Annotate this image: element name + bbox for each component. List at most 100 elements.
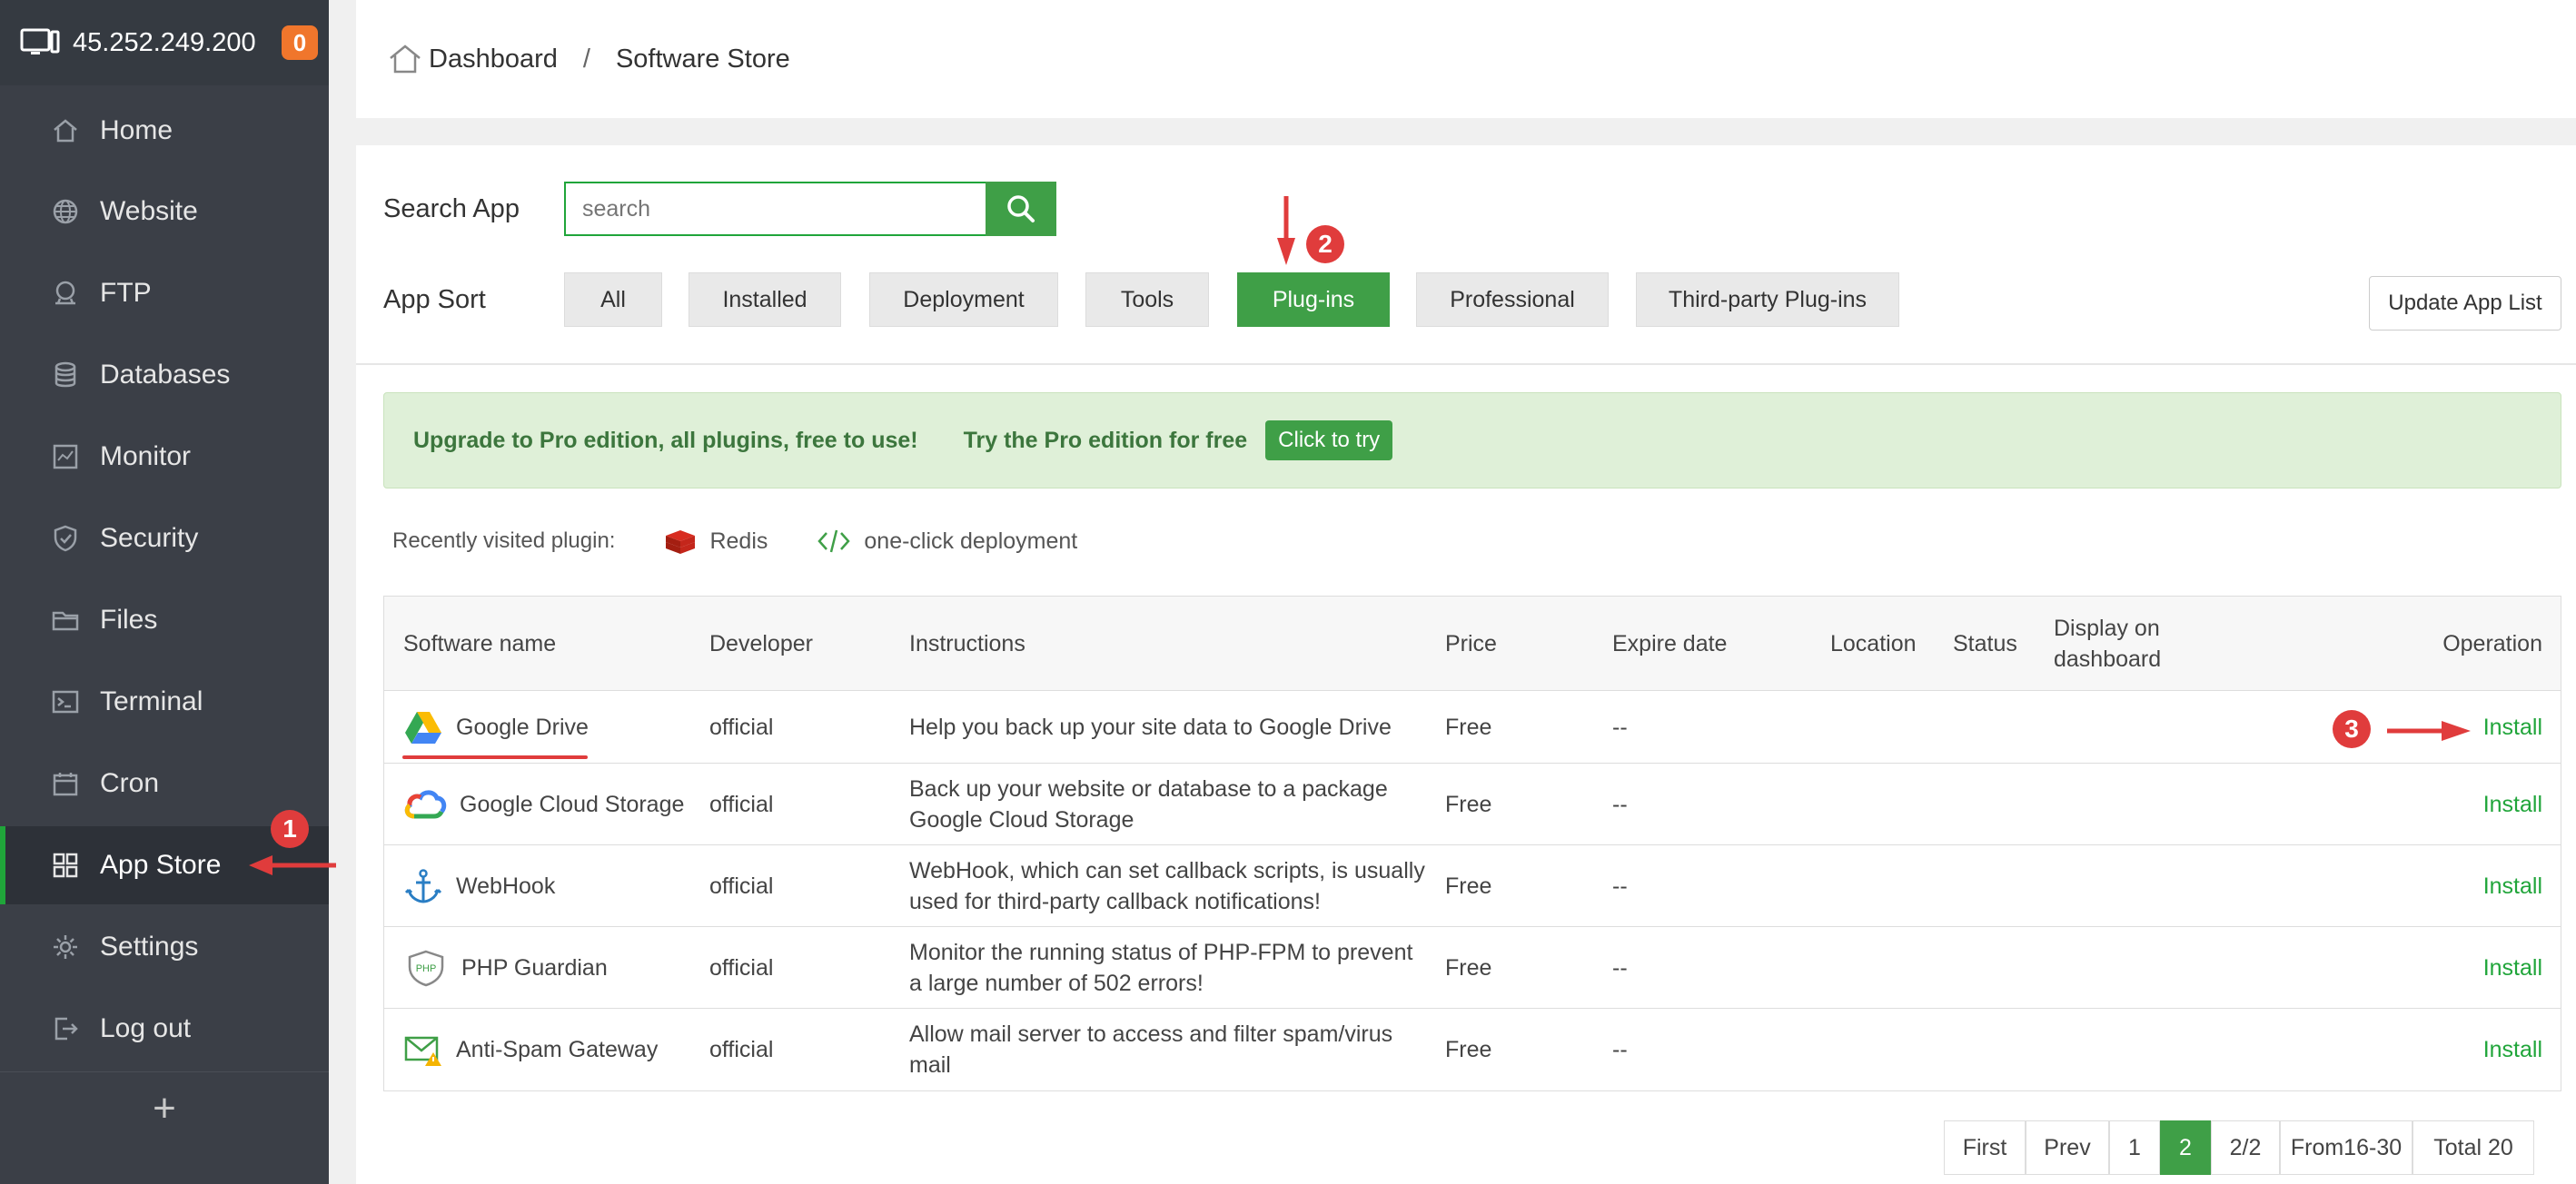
col-location: Location [1830, 631, 1917, 656]
software-name: Google Drive [456, 714, 589, 740]
pagination-prev[interactable]: Prev [2026, 1120, 2109, 1175]
database-icon [54, 361, 76, 388]
notification-badge[interactable]: 0 [282, 25, 318, 60]
sort-installed-button[interactable]: Installed [689, 272, 841, 327]
terminal-icon [52, 690, 79, 714]
search-button[interactable] [986, 182, 1056, 236]
sidebar-item-cron[interactable]: Cron [0, 745, 329, 823]
sidebar-item-label: Terminal [100, 686, 203, 716]
annotation-marker-3: 3 [2333, 710, 2371, 748]
gear-icon [54, 935, 77, 959]
sidebar-item-label: Website [100, 196, 198, 226]
anchor-icon [404, 868, 442, 903]
sidebar-item-label: Home [100, 115, 173, 145]
developer-cell: official [709, 1037, 774, 1062]
plugins-table: Software name Developer Instructions Pri… [383, 596, 2561, 1091]
annotation-underline [402, 755, 588, 759]
google-cloud-icon [404, 789, 447, 818]
folder-icon [52, 611, 79, 631]
instructions-cell: Monitor the running status of PHP-FPM to… [909, 927, 1412, 1008]
instructions-line2: mail [909, 1052, 951, 1078]
table-row: Anti-Spam Gateway official Allow mail se… [384, 1009, 2561, 1090]
pagination-page-1[interactable]: 1 [2109, 1120, 2160, 1175]
breadcrumb-dashboard[interactable]: Dashboard [429, 44, 558, 74]
add-button[interactable]: + [0, 1071, 329, 1144]
software-name-cell: Anti-Spam Gateway [403, 1009, 658, 1090]
sidebar: 45.252.249.200 0 Home Website FTP Databa… [0, 0, 329, 1184]
install-button[interactable]: Install [2483, 927, 2542, 1008]
search-label: Search App [383, 194, 520, 223]
table-row: PHP PHP Guardian official Monitor the ru… [384, 927, 2561, 1009]
click-to-try-button[interactable]: Click to try [1265, 420, 1393, 460]
software-name: WebHook [456, 873, 556, 899]
php-shield-icon: PHP [408, 950, 444, 986]
col-instructions: Instructions [909, 631, 1025, 656]
sidebar-item-files[interactable]: Files [0, 581, 329, 659]
recent-plugin-redis[interactable]: Redis [664, 527, 768, 556]
col-price: Price [1445, 631, 1497, 656]
recent-plugin-label: Redis [709, 528, 768, 554]
col-developer: Developer [709, 631, 813, 656]
instructions-line2: used for third-party callback notificati… [909, 888, 1321, 914]
software-name: Anti-Spam Gateway [456, 1037, 659, 1062]
server-header: 45.252.249.200 0 [0, 0, 329, 85]
pro-upgrade-banner: Upgrade to Pro edition, all plugins, fre… [383, 392, 2561, 488]
pagination-first[interactable]: First [1944, 1120, 2026, 1175]
sidebar-item-logout[interactable]: Log out [0, 990, 329, 1068]
breadcrumb: Dashboard / Software Store [356, 0, 2576, 118]
pagination-range: From16-30 [2280, 1120, 2413, 1175]
table-row: WebHook official WebHook, which can set … [384, 845, 2561, 927]
instructions-line1: Allow mail server to access and filter s… [909, 1021, 1393, 1047]
update-app-list-button[interactable]: Update App List [2369, 276, 2561, 331]
col-operation: Operation [2442, 631, 2542, 656]
divider [356, 363, 2576, 365]
sidebar-item-website[interactable]: Website [0, 173, 329, 251]
recent-plugin-one-click-deployment[interactable]: one-click deployment [817, 528, 1077, 555]
code-icon [817, 529, 851, 553]
install-button[interactable]: Install [2483, 1009, 2542, 1090]
sidebar-item-label: FTP [100, 278, 152, 308]
instructions-line1: Help you back up your site data to Googl… [909, 714, 1392, 740]
instructions-cell: Allow mail server to access and filter s… [909, 1009, 1392, 1090]
recent-plugin-label: one-click deployment [864, 528, 1078, 554]
calendar-icon [53, 773, 78, 796]
instructions-cell: Back up your website or database to a pa… [909, 764, 1388, 844]
sort-deployment-button[interactable]: Deployment [869, 272, 1058, 327]
pagination-page-2[interactable]: 2 [2160, 1120, 2211, 1175]
col-display-on-dashboard: Display on dashboard [2054, 597, 2161, 691]
col-status: Status [1953, 631, 2017, 656]
col-display-line2: dashboard [2054, 646, 2162, 672]
instructions-cell: Help you back up your site data to Googl… [909, 691, 1392, 763]
table-row: Google Drive official Help you back up y… [384, 691, 2561, 764]
software-store-panel: Search App App Sort All Installed Deploy… [356, 145, 2576, 1184]
developer-cell: official [709, 954, 774, 981]
ftp-icon [55, 281, 75, 305]
sort-all-button[interactable]: All [564, 272, 662, 327]
sidebar-item-label: App Store [100, 850, 222, 880]
sort-third-party-button[interactable]: Third-party Plug-ins [1636, 272, 1899, 327]
sort-professional-button[interactable]: Professional [1416, 272, 1609, 327]
sidebar-item-monitor[interactable]: Monitor [0, 418, 329, 496]
install-button[interactable]: Install [2483, 691, 2542, 763]
instructions-line1: Monitor the running status of PHP-FPM to… [909, 939, 1413, 965]
search-input[interactable] [564, 182, 987, 236]
price-cell: Free [1445, 873, 1492, 899]
recent-plugins: Recently visited plugin: Redis one-click… [392, 527, 1077, 556]
price-cell: Free [1445, 1037, 1492, 1062]
annotation-marker-1: 1 [271, 810, 309, 848]
install-button[interactable]: Install [2483, 764, 2542, 844]
sidebar-item-ftp[interactable]: FTP [0, 254, 329, 332]
annotation-marker-2: 2 [1306, 225, 1344, 263]
instructions-line2: Google Cloud Storage [909, 806, 1134, 833]
grid-icon [53, 853, 78, 878]
sidebar-item-terminal[interactable]: Terminal [0, 663, 329, 741]
sidebar-item-security[interactable]: Security [0, 499, 329, 577]
sidebar-item-settings[interactable]: Settings [0, 908, 329, 986]
promo-text: Upgrade to Pro edition, all plugins, fre… [413, 427, 918, 453]
instructions-cell: WebHook, which can set callback scripts,… [909, 845, 1425, 926]
install-button[interactable]: Install [2483, 845, 2542, 926]
sort-plugins-button[interactable]: Plug-ins [1237, 272, 1390, 327]
sort-tools-button[interactable]: Tools [1085, 272, 1209, 327]
sidebar-item-home[interactable]: Home [0, 92, 329, 170]
sidebar-item-databases[interactable]: Databases [0, 336, 329, 414]
